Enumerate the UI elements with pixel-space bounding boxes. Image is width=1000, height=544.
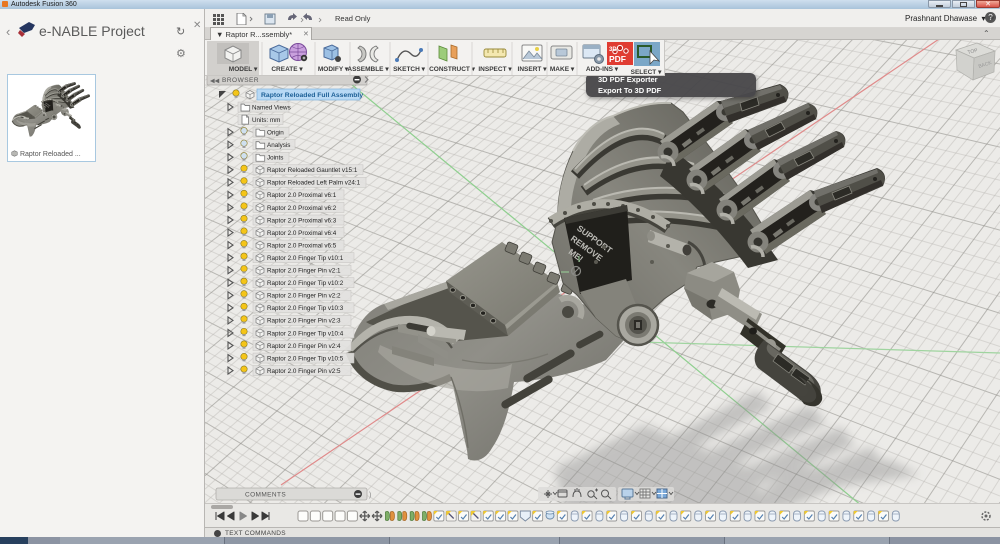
svg-text:◀◀: ◀◀ bbox=[210, 79, 220, 85]
svg-text:Analysis: Analysis bbox=[267, 142, 290, 149]
svg-text:SKETCH ▾: SKETCH ▾ bbox=[393, 66, 426, 73]
svg-text:MODEL ▾: MODEL ▾ bbox=[229, 66, 258, 73]
svg-text:Raptor Reloaded Left Palm v24:: Raptor Reloaded Left Palm v24:1 bbox=[267, 180, 361, 187]
svg-text:COMMENTS: COMMENTS bbox=[245, 492, 286, 499]
svg-text:BROWSER: BROWSER bbox=[222, 77, 259, 84]
svg-text:Raptor 2.0 Proximal v6:1: Raptor 2.0 Proximal v6:1 bbox=[267, 192, 337, 199]
svg-text:ASSEMBLE ▾: ASSEMBLE ▾ bbox=[347, 66, 389, 73]
svg-text:Raptor 2.0 Finger Pin v2:4: Raptor 2.0 Finger Pin v2:4 bbox=[267, 343, 341, 350]
svg-text:Raptor Reloaded Full Assembly: Raptor Reloaded Full Assembly bbox=[261, 92, 363, 99]
svg-text:Named Views: Named Views bbox=[252, 104, 291, 111]
svg-text:Raptor 2.0 Finger Tip v10:2: Raptor 2.0 Finger Tip v10:2 bbox=[267, 280, 344, 287]
svg-text:Raptor 2.0 Finger Pin v2:1: Raptor 2.0 Finger Pin v2:1 bbox=[267, 268, 341, 275]
svg-text:Raptor Reloaded Gauntlet v15:1: Raptor Reloaded Gauntlet v15:1 bbox=[267, 167, 358, 174]
svg-text:SELECT ▾: SELECT ▾ bbox=[631, 69, 662, 76]
svg-text:PDF: PDF bbox=[609, 54, 626, 64]
svg-text:CREATE ▾: CREATE ▾ bbox=[271, 66, 303, 73]
svg-text:Raptor 2.0 Finger Pin v2:5: Raptor 2.0 Finger Pin v2:5 bbox=[267, 368, 341, 375]
svg-text:Raptor 2.0 Finger Pin v2:3: Raptor 2.0 Finger Pin v2:3 bbox=[267, 318, 341, 325]
svg-text:Raptor 2.0 Finger Tip v10:1: Raptor 2.0 Finger Tip v10:1 bbox=[267, 255, 344, 262]
svg-text:3D: 3D bbox=[609, 47, 617, 53]
svg-text:): ) bbox=[369, 492, 371, 499]
svg-text:Raptor 2.0 Finger Tip v10:4: Raptor 2.0 Finger Tip v10:4 bbox=[267, 330, 344, 337]
svg-text:CONSTRUCT ▾: CONSTRUCT ▾ bbox=[429, 66, 476, 73]
svg-text:MAKE ▾: MAKE ▾ bbox=[550, 66, 575, 73]
svg-text:Units: mm: Units: mm bbox=[252, 117, 280, 124]
svg-text:Raptor 2.0 Proximal v6:4: Raptor 2.0 Proximal v6:4 bbox=[267, 230, 337, 237]
svg-text:ADD-INS ▾: ADD-INS ▾ bbox=[586, 66, 619, 73]
svg-text:Raptor 2.0 Proximal v6:3: Raptor 2.0 Proximal v6:3 bbox=[267, 217, 337, 224]
svg-text:Raptor 2.0 Finger Tip v10:3: Raptor 2.0 Finger Tip v10:3 bbox=[267, 305, 344, 312]
svg-text:Raptor 2.0 Finger Pin v2:2: Raptor 2.0 Finger Pin v2:2 bbox=[267, 293, 341, 300]
svg-text:Joints: Joints bbox=[267, 155, 283, 162]
svg-text:INSERT ▾: INSERT ▾ bbox=[518, 66, 548, 73]
svg-text:Origin: Origin bbox=[267, 129, 284, 136]
svg-text:Raptor 2.0 Proximal v6:2: Raptor 2.0 Proximal v6:2 bbox=[267, 205, 337, 212]
svg-text:Raptor 2.0 Proximal v6:5: Raptor 2.0 Proximal v6:5 bbox=[267, 242, 337, 249]
svg-text:MODIFY ▾: MODIFY ▾ bbox=[318, 66, 349, 73]
svg-text:INSPECT ▾: INSPECT ▾ bbox=[478, 66, 512, 73]
svg-text:Raptor 2.0 Finger Tip v10:5: Raptor 2.0 Finger Tip v10:5 bbox=[267, 355, 344, 362]
